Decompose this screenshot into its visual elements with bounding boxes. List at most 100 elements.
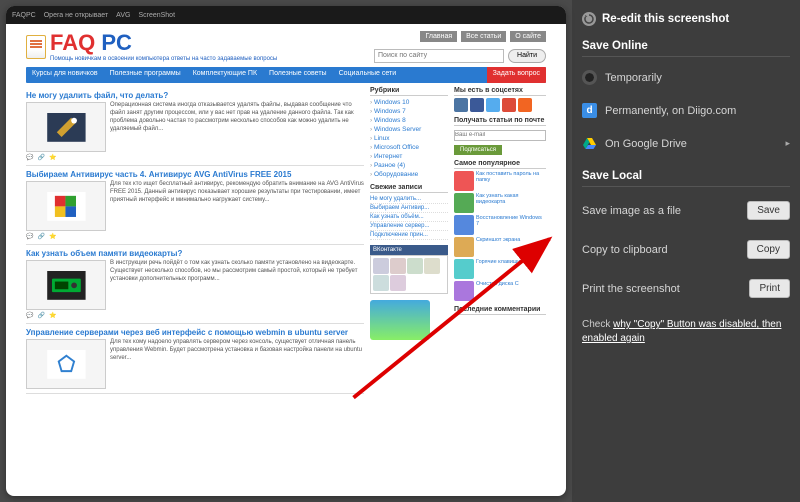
right-sidebar: Мы есть в соцсетях Получать статьи по по…	[454, 87, 546, 394]
rubric-link[interactable]: Microsoft Office	[370, 143, 448, 152]
undo-icon	[582, 12, 596, 26]
search-button[interactable]: Найти	[508, 49, 546, 63]
nav-item[interactable]: Полезные советы	[263, 67, 333, 83]
save-local-heading: Save Local	[582, 164, 790, 187]
post-title[interactable]: Не могу удалить файл, что делать?	[26, 91, 364, 100]
option-label: On Google Drive	[605, 138, 687, 150]
tab: AVG	[116, 12, 130, 19]
nav-item-cta[interactable]: Задать вопрос	[487, 67, 546, 83]
option-label: Temporarily	[605, 72, 662, 84]
post: Выбираем Антивирус часть 4. Антивирус AV…	[26, 166, 364, 245]
gdrive-icon	[582, 136, 597, 151]
post-excerpt: Для тех кому надоело управлять сервером …	[110, 339, 364, 389]
reedit-label: Re-edit this screenshot	[602, 13, 729, 25]
print-label: Print the screenshot	[582, 283, 680, 295]
option-gdrive[interactable]: On Google Drive ▸	[582, 131, 790, 156]
note-prefix: Check	[582, 319, 613, 330]
fb-icon[interactable]	[470, 98, 484, 112]
popular-link[interactable]: Очистка диска C	[476, 281, 519, 301]
gp-icon[interactable]	[502, 98, 516, 112]
rubric-link[interactable]: Windows 10	[370, 98, 448, 107]
recent-link[interactable]: Управление сервер...	[370, 222, 448, 231]
reedit-button[interactable]: Re-edit this screenshot	[582, 12, 790, 26]
popular-link[interactable]: Как поставить пароль на папку	[476, 171, 546, 191]
save-file-label: Save image as a file	[582, 205, 681, 217]
copy-clipboard-label: Copy to clipboard	[582, 244, 668, 256]
recent-link[interactable]: Как узнать объём...	[370, 213, 448, 222]
subscribe-button[interactable]: Подписаться	[454, 145, 502, 155]
logo-text-faq: FAQ	[50, 30, 95, 55]
rubric-link[interactable]: Разное (4)	[370, 161, 448, 170]
rubrics-heading: Рубрики	[370, 87, 448, 96]
chevron-right-icon: ▸	[785, 138, 790, 149]
main-nav: Курсы для новичков Полезные программы Ко…	[26, 67, 546, 83]
rubric-link[interactable]: Linux	[370, 134, 448, 143]
recent-heading: Свежие записи	[370, 184, 448, 193]
recent-link[interactable]: Не могу удалить...	[370, 195, 448, 204]
nav-item[interactable]: Полезные программы	[104, 67, 187, 83]
browser-topbar: FAQPC Opera не открывает AVG ScreenShot	[6, 6, 566, 24]
nav-item[interactable]: Комплектующие ПК	[187, 67, 263, 83]
extension-panel: Re-edit this screenshot Save Online Temp…	[572, 0, 800, 502]
rubric-link[interactable]: Оборудование	[370, 170, 448, 179]
post-thumb	[26, 102, 106, 152]
post-title[interactable]: Как узнать объем памяти видеокарты?	[26, 249, 364, 258]
post: Не могу удалить файл, что делать? Операц…	[26, 87, 364, 166]
print-button[interactable]: Print	[749, 279, 790, 298]
screenshot-preview: FAQPC Opera не открывает AVG ScreenShot …	[6, 6, 566, 496]
post: Как узнать объем памяти видеокарты? В ин…	[26, 245, 364, 324]
save-button[interactable]: Save	[747, 201, 790, 220]
option-diigo[interactable]: d Permanently, on Diigo.com	[582, 98, 790, 123]
counter-widget	[370, 300, 430, 340]
option-temporarily[interactable]: Temporarily	[582, 65, 790, 90]
rubric-link[interactable]: Windows 8	[370, 116, 448, 125]
site-logo[interactable]: FAQ PC Помощь новичкам в освоении компью…	[26, 30, 277, 63]
vk-widget-header: ВКонтакте	[370, 245, 448, 255]
post-title[interactable]: Выбираем Антивирус часть 4. Антивирус AV…	[26, 170, 364, 179]
top-link[interactable]: Все статьи	[461, 31, 506, 42]
nav-item[interactable]: Социальные сети	[333, 67, 403, 83]
post-meta: 💬🔗⭐	[26, 233, 364, 240]
post: Управление серверами через веб интерфейс…	[26, 324, 364, 394]
rubric-link[interactable]: Windows 7	[370, 107, 448, 116]
recent-link[interactable]: Подключение прин...	[370, 231, 448, 240]
save-online-heading: Save Online	[582, 34, 790, 57]
post-excerpt: Для тех кто ищет бесплатный антивирус, р…	[110, 181, 364, 231]
top-link[interactable]: О сайте	[510, 31, 546, 42]
post-title[interactable]: Управление серверами через веб интерфейс…	[26, 328, 364, 337]
vk-icon[interactable]	[454, 98, 468, 112]
popular-link[interactable]: Восстановление Windows 7	[476, 215, 546, 235]
post-thumb	[26, 181, 106, 231]
rss-icon[interactable]	[518, 98, 532, 112]
post-excerpt: В инструкции речь пойдёт о том как узнат…	[110, 260, 364, 310]
subscribe-heading: Получать статьи по почте	[454, 117, 546, 126]
posts-column: Не могу удалить файл, что делать? Операц…	[26, 87, 364, 394]
recent-link[interactable]: Выбираем Антивир...	[370, 204, 448, 213]
search-input[interactable]	[374, 49, 504, 63]
middle-sidebar: Рубрики Windows 10 Windows 7 Windows 8 W…	[370, 87, 448, 394]
tw-icon[interactable]	[486, 98, 500, 112]
post-meta: 💬🔗⭐	[26, 312, 364, 319]
logo-icon	[26, 35, 46, 59]
tab: ScreenShot	[138, 12, 175, 19]
copy-info-note: Check why "Copy" Button was disabled, th…	[582, 312, 790, 346]
rubric-link[interactable]: Windows Server	[370, 125, 448, 134]
rubric-link[interactable]: Интернет	[370, 152, 448, 161]
post-thumb	[26, 339, 106, 389]
post-meta: 💬🔗⭐	[26, 154, 364, 161]
top-link[interactable]: Главная	[420, 31, 457, 42]
social-heading: Мы есть в соцсетях	[454, 87, 546, 96]
post-thumb	[26, 260, 106, 310]
logo-subtitle: Помощь новичкам в освоении компьютера от…	[50, 56, 277, 63]
tab: FAQPC	[12, 12, 36, 19]
copy-button[interactable]: Copy	[747, 240, 790, 259]
email-input[interactable]	[454, 130, 546, 141]
popular-link[interactable]: Как узнать какая видеокарта	[476, 193, 546, 213]
logo-text-pc: PC	[95, 30, 132, 55]
option-label: Permanently, on Diigo.com	[605, 105, 736, 117]
popular-link[interactable]: Горячие клавиши	[476, 259, 520, 279]
popular-link[interactable]: Скриншот экрана	[476, 237, 520, 257]
post-excerpt: Операционная система иногда отказывается…	[110, 102, 364, 152]
tab: Opera не открывает	[44, 12, 108, 19]
nav-item[interactable]: Курсы для новичков	[26, 67, 104, 83]
